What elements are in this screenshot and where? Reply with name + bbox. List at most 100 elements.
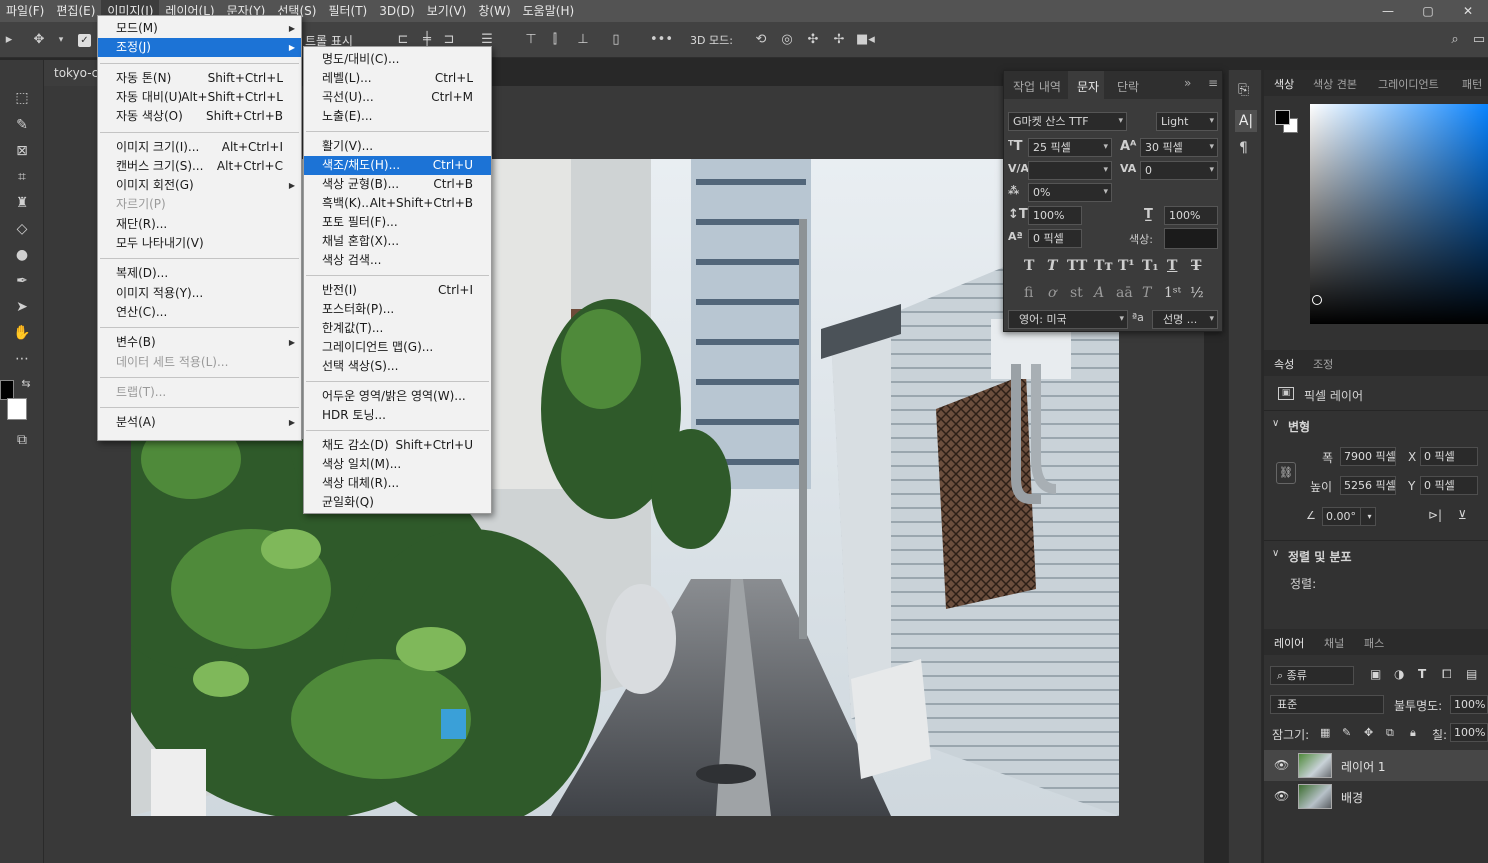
- menu-item[interactable]: 채도 감소(D) Shift+Ctrl+U: [304, 436, 491, 455]
- width-field[interactable]: 7900 픽셀: [1340, 447, 1396, 466]
- ligature-icon[interactable]: fi: [1024, 285, 1033, 301]
- menu-item[interactable]: 한계값(T)...: [304, 319, 491, 338]
- tab-adjustments[interactable]: 조정: [1313, 356, 1333, 372]
- more-options-icon[interactable]: •••: [650, 31, 673, 49]
- tab-history[interactable]: 작업 내역: [1013, 78, 1061, 95]
- lock-pixels-icon[interactable]: ✎: [1342, 726, 1351, 739]
- chevron-down-icon[interactable]: ▾: [1360, 507, 1376, 526]
- superscript-icon[interactable]: T¹: [1118, 258, 1135, 274]
- menu-item[interactable]: 어두운 영역/밝은 영역(W)...: [304, 387, 491, 406]
- collapse-icon[interactable]: »: [1184, 76, 1191, 90]
- titling-alternates-icon[interactable]: T: [1142, 285, 1151, 301]
- menu-item[interactable]: 노출(E)...: [304, 107, 491, 126]
- panel-menu-icon[interactable]: ≡: [1208, 76, 1218, 90]
- ordinals-icon[interactable]: 1ˢᵗ: [1164, 285, 1181, 301]
- menu-item[interactable]: 이미지 크기(I)... Alt+Ctrl+I: [98, 138, 301, 157]
- quick-select-tool-icon[interactable]: ✎: [12, 115, 32, 135]
- lock-all-icon[interactable]: 🔒︎: [1410, 726, 1416, 740]
- swash-icon[interactable]: A: [1094, 285, 1104, 301]
- menu-item[interactable]: 재단(R)...: [98, 215, 301, 234]
- tab-layers[interactable]: 레이어: [1274, 635, 1304, 651]
- menu-8[interactable]: 보기(V): [421, 0, 473, 22]
- menu-item[interactable]: 색상 균형(B)... Ctrl+B: [304, 175, 491, 194]
- menu-0[interactable]: 파일(F): [0, 0, 50, 22]
- menu-item[interactable]: 분석(A) ▶: [98, 413, 301, 432]
- lock-transparency-icon[interactable]: ▦: [1320, 726, 1330, 739]
- horizontal-scale-field[interactable]: 100%: [1164, 206, 1218, 225]
- tab-swatches[interactable]: 색상 견본: [1313, 76, 1357, 92]
- menu-item[interactable]: 포스터화(P)...: [304, 300, 491, 319]
- menu-item[interactable]: 이미지 적용(Y)...: [98, 284, 301, 303]
- menu-1[interactable]: 편집(E): [50, 0, 101, 22]
- fractions-icon[interactable]: ½: [1190, 285, 1204, 301]
- minimize-button[interactable]: —: [1368, 0, 1408, 22]
- layer-name[interactable]: 레이어 1: [1341, 758, 1386, 775]
- move-tool-icon[interactable]: ✥: [30, 31, 48, 49]
- tab-properties[interactable]: 속성: [1274, 356, 1294, 372]
- auto-select-checkbox[interactable]: ✓: [78, 34, 91, 47]
- close-button[interactable]: ✕: [1448, 0, 1488, 22]
- menu-item[interactable]: 연산(C)...: [98, 303, 301, 322]
- stylistic-alternates-icon[interactable]: aā: [1116, 285, 1133, 301]
- font-family-select[interactable]: G마켓 산스 TTF ▾: [1008, 112, 1127, 131]
- visibility-eye-icon[interactable]: 👁︎: [1274, 758, 1289, 772]
- underline-icon[interactable]: T: [1167, 258, 1177, 274]
- chevron-down-icon[interactable]: ▾: [52, 31, 70, 49]
- paragraph-panel-icon[interactable]: ¶: [1239, 140, 1248, 156]
- flip-horizontal-icon[interactable]: ⊳|: [1428, 508, 1442, 522]
- path-select-tool-icon[interactable]: ➤: [12, 297, 32, 317]
- workspace-icon[interactable]: ▭: [1470, 31, 1488, 49]
- smart-object-filter-icon[interactable]: ▤: [1466, 667, 1477, 681]
- tab-color[interactable]: 색상: [1274, 76, 1294, 92]
- menu-item[interactable]: 레벨(L)... Ctrl+L: [304, 69, 491, 88]
- menu-item[interactable]: 채널 혼합(X)...: [304, 232, 491, 251]
- align-top-icon[interactable]: ⊤: [522, 31, 540, 49]
- menu-item[interactable]: 복제(D)...: [98, 264, 301, 283]
- antialias-select[interactable]: 선명 ... ▾: [1152, 310, 1218, 329]
- quick-mask-icon[interactable]: ⧉: [12, 430, 32, 450]
- color-picker-field[interactable]: [1310, 104, 1488, 324]
- blend-mode-select[interactable]: 표준: [1270, 695, 1384, 714]
- menu-7[interactable]: 3D(D): [373, 0, 420, 22]
- adjustment-filter-icon[interactable]: ◑: [1394, 667, 1404, 681]
- menu-item[interactable]: 곡선(U)... Ctrl+M: [304, 88, 491, 107]
- 3d-rotate-icon[interactable]: ⟲: [752, 31, 770, 49]
- lock-artboard-icon[interactable]: ⧉: [1386, 726, 1394, 740]
- color-picker-cursor[interactable]: [1312, 295, 1322, 305]
- x-field[interactable]: 0 픽셀: [1420, 447, 1478, 466]
- 3d-slide-icon[interactable]: ✢: [830, 31, 848, 49]
- menu-item[interactable]: 색조/채도(H)... Ctrl+U: [304, 156, 491, 175]
- old-style-icon[interactable]: ơ: [1048, 285, 1056, 301]
- swap-colors-icon[interactable]: ⇆: [16, 374, 36, 394]
- foreground-color-chip[interactable]: [1275, 110, 1290, 125]
- link-icon[interactable]: ⛓: [1276, 462, 1296, 484]
- menu-10[interactable]: 도움말(H): [517, 0, 581, 22]
- strikethrough-icon[interactable]: T: [1191, 258, 1201, 274]
- search-icon[interactable]: ⌕: [1446, 31, 1464, 49]
- menu-item[interactable]: 자동 톤(N) Shift+Ctrl+L: [98, 69, 301, 88]
- hand-tool-icon[interactable]: ✋: [12, 323, 32, 343]
- menu-item[interactable]: 그레이디언트 맵(G)...: [304, 338, 491, 357]
- lock-position-icon[interactable]: ✥: [1364, 726, 1373, 739]
- layer-name[interactable]: 배경: [1341, 789, 1363, 806]
- menu-item[interactable]: 색상 일치(M)...: [304, 455, 491, 474]
- menu-item[interactable]: 포토 필터(F)...: [304, 213, 491, 232]
- menu-item[interactable]: 활기(V)...: [304, 137, 491, 156]
- visibility-eye-icon[interactable]: 👁︎: [1274, 789, 1289, 803]
- frame-tool-icon[interactable]: ⊠: [12, 141, 32, 161]
- subscript-icon[interactable]: T₁: [1142, 258, 1159, 274]
- language-select[interactable]: 영어: 미국 ▾: [1008, 310, 1128, 329]
- menu-item[interactable]: 색상 검색...: [304, 251, 491, 270]
- y-field[interactable]: 0 픽셀: [1420, 476, 1478, 495]
- menu-item[interactable]: HDR 토닝...: [304, 406, 491, 425]
- all-caps-icon[interactable]: TT: [1067, 258, 1087, 274]
- faux-bold-icon[interactable]: T: [1024, 258, 1034, 274]
- stamp-tool-icon[interactable]: ♜: [12, 193, 32, 213]
- document-tab[interactable]: tokyo-ci: [44, 60, 104, 86]
- menu-item[interactable]: 캔버스 크기(S)... Alt+Ctrl+C: [98, 157, 301, 176]
- blur-tool-icon[interactable]: ●: [12, 245, 32, 265]
- type-filter-icon[interactable]: T: [1418, 667, 1426, 681]
- kerning-field[interactable]: ▾: [1028, 161, 1112, 180]
- menu-item[interactable]: 자동 대비(U) Alt+Shift+Ctrl+L: [98, 88, 301, 107]
- tab-patterns[interactable]: 패턴: [1462, 76, 1482, 92]
